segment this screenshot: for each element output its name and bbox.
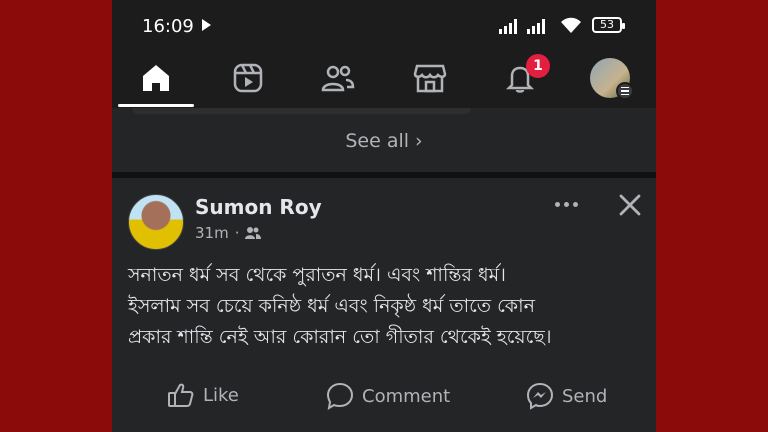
like-label: Like [203,384,239,406]
send-button[interactable]: Send [526,382,607,410]
author-name[interactable]: Sumon Roy [195,195,322,219]
post-text: সনাতন ধর্ম সব থেকে পুরাতন ধর্ম। এবং শান্… [128,260,640,353]
post-card: Sumon Roy 31m · সনাতন ধর্ম সব থেকে পুরাত… [112,178,656,432]
close-icon[interactable] [615,190,645,220]
comment-icon [326,382,354,410]
battery-icon: 53 [592,17,625,33]
comment-label: Comment [362,385,451,407]
play-icon [202,19,211,31]
more-options-button[interactable] [555,202,578,207]
like-button[interactable]: Like [167,382,239,408]
messenger-icon [526,382,554,410]
tab-friends[interactable] [298,50,378,106]
post-meta: 31m · [195,224,262,242]
status-bar: 16:09 53 [112,0,656,50]
marketplace-icon [413,64,447,93]
post-text-line: প্রকার শান্তি নেই আর কোরান তো গীতার থেকে… [128,326,552,348]
friends-icon [245,227,262,239]
tab-reels[interactable] [208,50,288,106]
top-nav: 1 [112,50,656,109]
home-icon [143,65,169,91]
post-text-line: ইসলাম সব চেয়ে কনিষ্ঠ ধর্ম এবং নিকৃষ্ঠ ধ… [128,295,535,317]
tab-home[interactable] [116,50,196,107]
post-actions: Like Comment Send [112,378,656,418]
post-text-line: সনাতন ধর্ম সব থেকে পুরাতন ধর্ম। এবং শান্… [128,264,506,286]
friends-icon [321,65,355,92]
thumbs-up-icon [168,383,194,407]
wifi-icon [561,17,581,33]
notification-badge: 1 [526,54,550,78]
post-time[interactable]: 31m [195,224,229,242]
see-all-button[interactable]: See all › [112,130,656,152]
see-all-label: See all [345,130,410,152]
battery-level: 53 [600,18,614,31]
suggestions-card: See all › [112,108,656,172]
status-time: 16:09 [142,16,194,37]
signal-icon [527,18,545,34]
phone-screen: 16:09 53 1 See all › Sumon Roy 31m · সনা… [112,0,656,432]
menu-icon[interactable] [616,82,634,100]
chevron-right-icon: › [415,130,423,152]
reels-icon [233,63,263,93]
send-label: Send [562,385,608,407]
author-avatar[interactable] [128,194,184,250]
comment-button[interactable]: Comment [326,382,450,410]
meta-separator: · [234,224,240,242]
tab-marketplace[interactable] [390,50,470,106]
signal-icon [499,18,517,34]
